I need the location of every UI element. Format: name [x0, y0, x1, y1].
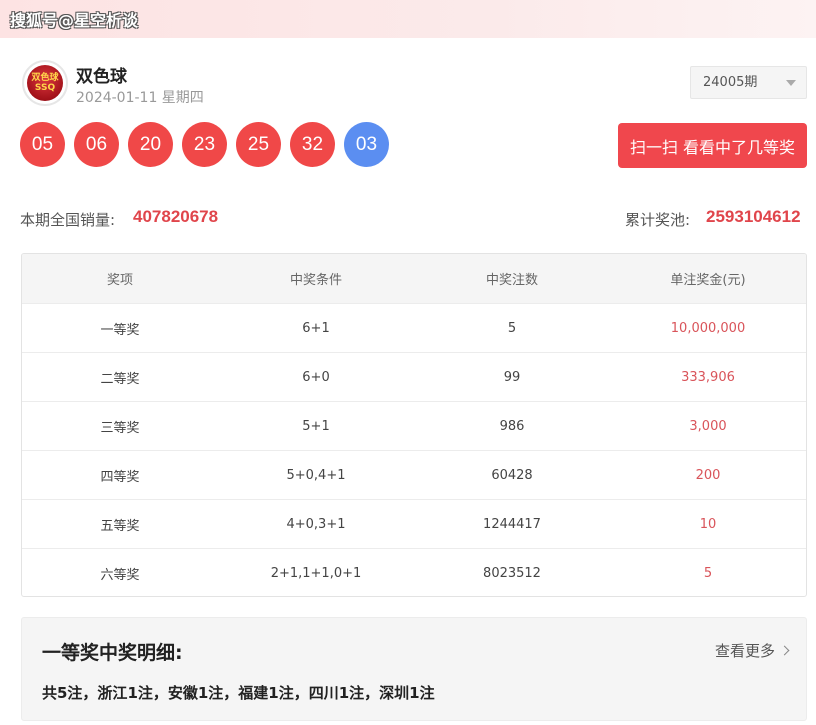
winner-count: 60428	[491, 467, 533, 483]
winner-count: 99	[503, 369, 521, 385]
column-header: 中奖条件	[289, 273, 342, 288]
winner-count: 1244417	[483, 516, 541, 532]
first-prize-detail: 一等奖中奖明细: 查看更多 共5注，浙江1注，安徽1注，福建1注，四川1注，深圳…	[21, 617, 807, 721]
blue-ball: 03	[344, 122, 389, 167]
caret-down-icon	[786, 80, 796, 86]
red-ball: 23	[182, 122, 227, 167]
column-header: 中奖注数	[485, 273, 538, 288]
detail-title: 一等奖中奖明细:	[42, 642, 183, 664]
prize-amount: 10,000,000	[670, 320, 746, 336]
prize-amount: 3,000	[689, 418, 727, 434]
prize-condition: 6+1	[302, 320, 330, 336]
lottery-name: 双色球	[76, 67, 127, 87]
red-ball: 32	[290, 122, 335, 167]
red-ball: 06	[74, 122, 119, 167]
column-header: 单注奖金(元)	[670, 273, 746, 288]
winner-count: 5	[507, 320, 517, 336]
watermark-bar: 搜狐号@星空析谈	[0, 0, 816, 38]
prize-amount: 333,906	[681, 369, 735, 385]
table-row: 二等奖 6+0 99 333,906	[22, 352, 806, 401]
lottery-logo: 双色球 SSQ	[22, 60, 68, 106]
prize-condition: 4+0,3+1	[286, 516, 346, 532]
prize-level: 六等奖	[100, 567, 140, 583]
chevron-right-icon	[779, 645, 790, 656]
logo-text-top: 双色球	[31, 73, 59, 83]
table-row: 五等奖 4+0,3+1 1244417 10	[22, 499, 806, 548]
winner-count: 8023512	[483, 565, 541, 581]
table-row: 四等奖 5+0,4+1 60428 200	[22, 450, 806, 499]
view-more-label: 查看更多	[714, 642, 775, 660]
winning-numbers: 05 06 20 23 25 32 03	[20, 122, 389, 167]
red-ball: 20	[128, 122, 173, 167]
scan-check-button[interactable]: 扫一扫 看看中了几等奖	[618, 123, 807, 168]
prize-level: 一等奖	[100, 322, 140, 338]
prize-level: 二等奖	[100, 371, 140, 387]
prize-amount: 200	[695, 467, 721, 483]
pool-value: 2593104612	[706, 207, 801, 226]
prize-condition: 2+1,1+1,0+1	[270, 565, 362, 581]
logo-emblem: 双色球 SSQ	[27, 65, 63, 101]
table-row: 三等奖 5+1 986 3,000	[22, 401, 806, 450]
prize-level: 四等奖	[100, 469, 140, 485]
sales-label: 本期全国销量:	[20, 211, 116, 229]
draw-date: 2024-01-11 星期四	[76, 90, 204, 106]
prize-level: 三等奖	[100, 420, 140, 436]
winner-count: 986	[499, 418, 525, 434]
prize-level: 五等奖	[100, 518, 140, 534]
prize-amount: 10	[699, 516, 717, 532]
table-row: 一等奖 6+1 5 10,000,000	[22, 303, 806, 352]
view-more-link[interactable]: 查看更多	[714, 640, 790, 661]
prize-condition: 5+1	[302, 418, 330, 434]
table-row: 六等奖 2+1,1+1,0+1 8023512 5	[22, 548, 806, 596]
red-ball: 05	[20, 122, 65, 167]
column-header: 奖项	[106, 273, 133, 288]
table-header-row: 奖项 中奖条件 中奖注数 单注奖金(元)	[22, 254, 806, 303]
red-ball: 25	[236, 122, 281, 167]
prize-amount: 5	[703, 565, 713, 581]
detail-text: 共5注，浙江1注，安徽1注，福建1注，四川1注，深圳1注	[42, 684, 435, 702]
period-select[interactable]: 24005期	[690, 66, 807, 99]
prize-table: 奖项 中奖条件 中奖注数 单注奖金(元) 一等奖 6+1 5 10,000,00…	[21, 253, 807, 597]
logo-text-bottom: SSQ	[34, 83, 56, 93]
watermark-text: 搜狐号@星空析谈	[10, 11, 139, 30]
prize-condition: 5+0,4+1	[286, 467, 346, 483]
pool-label: 累计奖池:	[625, 211, 691, 229]
period-value: 24005期	[703, 75, 758, 90]
sales-value: 407820678	[133, 207, 219, 226]
prize-condition: 6+0	[302, 369, 330, 385]
